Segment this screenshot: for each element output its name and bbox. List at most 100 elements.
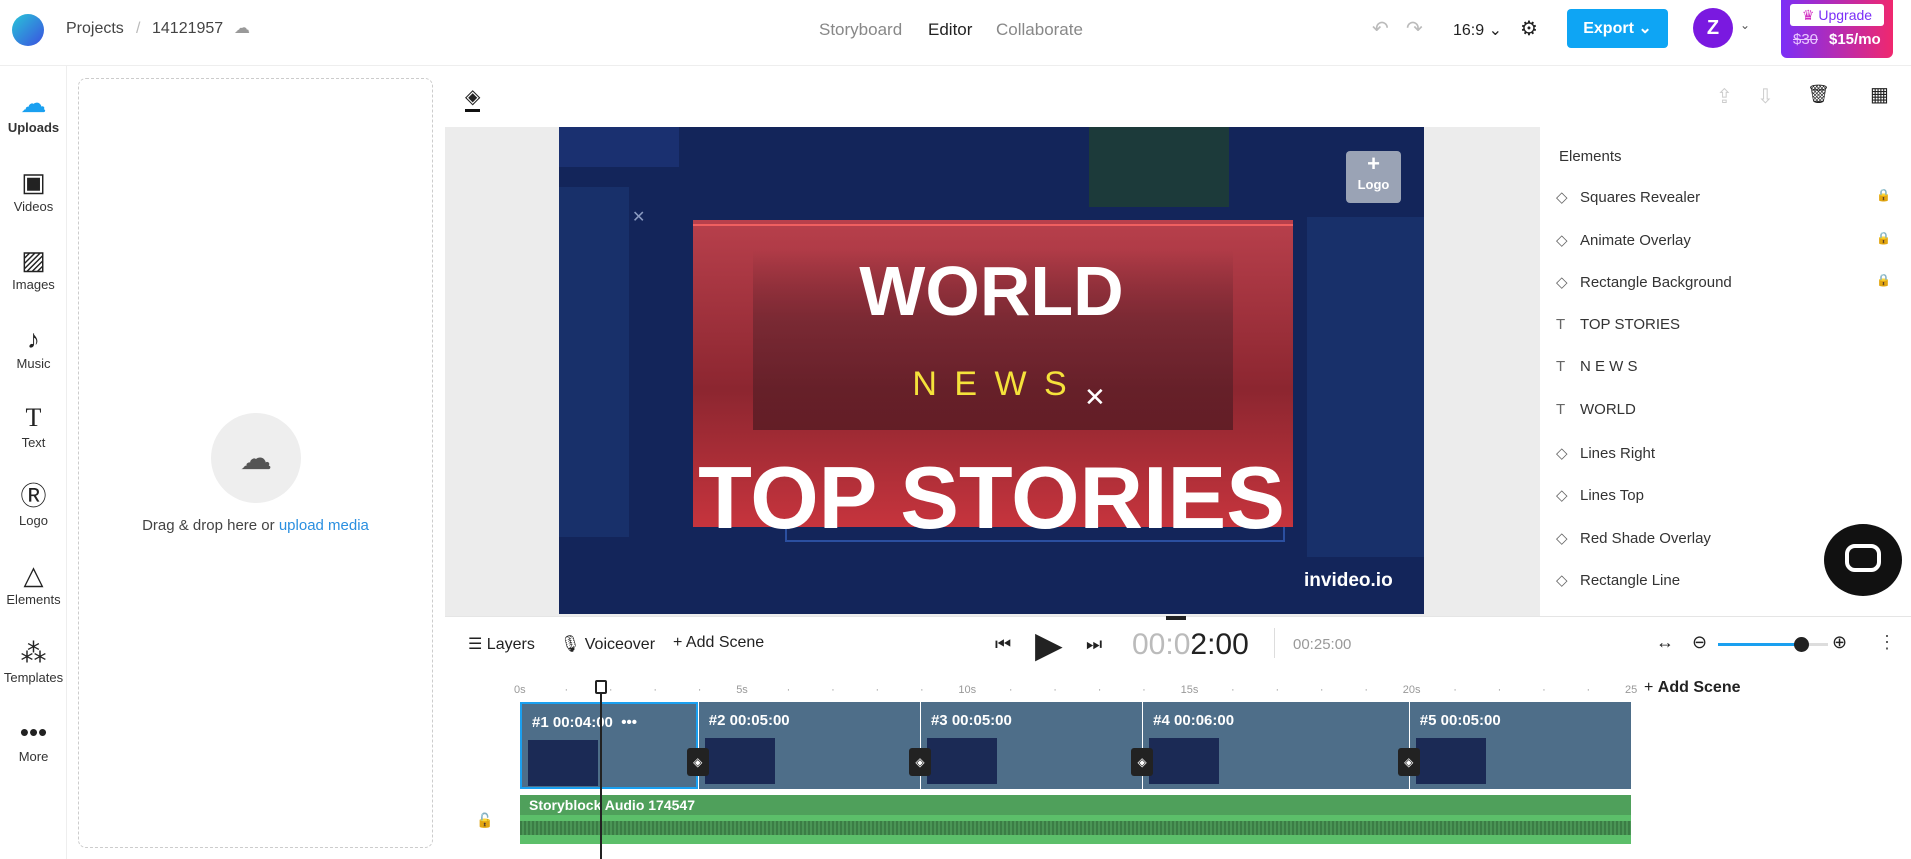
tick-mark: · [1586,684,1591,696]
title-world[interactable]: WORLD [559,251,1424,331]
bring-forward-icon[interactable]: ⇪ [1716,84,1733,109]
sidebar-item-templates[interactable]: ⁂ Templates [0,636,67,685]
sidebar-item-images[interactable]: ▨ Images [0,243,67,292]
cloud-upload-icon: ☁ [20,88,47,118]
fill-color-icon[interactable]: ◈ [465,84,481,112]
aspect-ratio-select[interactable]: 16:9 ⌄ [1453,20,1502,40]
scene-thumbnail [1415,738,1486,784]
element-label: Squares Revealer [1580,189,1701,206]
skip-forward-icon[interactable]: ⏭ [1086,634,1102,655]
chevron-down-icon[interactable]: ⌄ [1740,18,1750,32]
trash-icon[interactable]: 🗑 [1807,84,1830,105]
sidebar-item-uploads[interactable]: ☁ Uploads [0,86,67,135]
sidebar-item-music[interactable]: ♪ Music [0,322,67,371]
element-item[interactable]: ◇ Lines Right [1556,444,1896,462]
tab-editor[interactable]: Editor [928,20,972,40]
element-label: Lines Top [1580,487,1644,505]
play-icon[interactable]: ▶ [1035,624,1063,666]
transition-icon[interactable]: ◈ [686,748,709,776]
scene-clip[interactable]: #4 00:06:00 [1142,702,1409,789]
element-item[interactable]: T WORLD [1556,401,1896,418]
scene-label: #1 00:04:00 ••• [532,714,637,731]
export-button[interactable]: Export ⌄ [1567,9,1668,48]
layers-icon: ☰ [468,636,483,653]
redo-icon[interactable]: ↷ [1406,16,1423,41]
canvas-toolbar: ◈ [445,66,1540,127]
tick-label: 5s [736,684,748,696]
add-scene-end-button[interactable]: + Add Scene [1644,679,1740,697]
video-icon: ▣ [21,167,46,197]
upgrade-button[interactable]: ♛ Upgrade $30 $15/mo [1781,0,1893,58]
undo-icon[interactable]: ↶ [1372,16,1389,41]
scene-clip[interactable]: #5 00:05:00 [1408,702,1631,789]
tab-storyboard[interactable]: Storyboard [819,20,902,40]
grid-icon[interactable]: ▦ [1870,82,1889,107]
lock-icon[interactable]: 🔒 [1876,188,1891,202]
transition-icon[interactable]: ◈ [1131,748,1154,776]
timeline-options-icon[interactable]: ⋮ [1878,632,1896,653]
sidebar-label: Elements [6,592,61,607]
upgrade-text: Upgrade [1818,7,1873,23]
element-label: WORLD [1580,401,1636,418]
logo-label: Logo [1357,177,1390,192]
app-logo[interactable] [12,14,44,46]
element-item[interactable]: ◇ Squares Revealer 🔒 [1556,188,1896,206]
playhead[interactable] [594,680,607,859]
title-top-stories[interactable]: TOP STORIES [559,447,1424,549]
transition-icon[interactable]: ◈ [1397,748,1420,776]
chat-button[interactable] [1824,524,1902,596]
element-item[interactable]: TN E W S [1556,358,1896,375]
sidebar-item-videos[interactable]: ▣ Videos [0,165,67,214]
skip-back-icon[interactable]: ⏮ [995,634,1011,655]
project-id[interactable]: 14121957 [152,20,223,38]
export-label: Export [1583,20,1634,37]
upload-icon[interactable]: ☁ [211,413,301,503]
scene-clip[interactable]: #2 00:05:00 [697,702,920,789]
voiceover-label: Voiceover [584,636,656,653]
sidebar-item-logo[interactable]: Ⓡ Logo [0,479,67,528]
settings-icon[interactable]: ⚙ [1520,16,1538,41]
upload-dropzone[interactable]: ☁ Drag & drop here or upload media [78,78,433,848]
fit-width-icon[interactable]: ↔ [1656,632,1674,653]
title-news[interactable]: N E W S [559,365,1424,404]
lock-icon[interactable]: 🔒 [1876,231,1891,245]
element-item[interactable]: ◇ Animate Overlay 🔒 [1556,231,1896,249]
voiceover-button[interactable]: 🎙 Voiceover [560,634,655,654]
avatar[interactable]: Z [1693,8,1733,48]
plus-icon: + [673,634,683,651]
shape-icon: ◇ [1556,189,1568,206]
add-scene-label: Add Scene [1657,679,1741,696]
element-item[interactable]: ◇ Rectangle Background 🔒 [1556,273,1896,291]
add-scene-button[interactable]: + Add Scene [673,634,764,652]
layers-label: Layers [486,636,535,653]
zoom-out-icon[interactable]: ⊖ [1692,632,1707,653]
transition-icon[interactable]: ◈ [908,748,931,776]
resize-handle[interactable] [1166,616,1186,620]
audio-track[interactable]: Storyblock Audio 174547 [520,795,1631,844]
scene-thumbnail [528,740,598,786]
send-backward-icon[interactable]: ⇩ [1757,84,1774,109]
templates-icon: ⁂ [20,638,47,668]
unlock-icon[interactable]: 🔓 [476,812,493,829]
element-item[interactable]: ◇ Lines Top [1556,486,1896,504]
tick-mark: · [1319,684,1324,696]
zoom-in-icon[interactable]: ⊕ [1832,632,1847,653]
video-preview[interactable]: WORLD N E W S TOP STORIES ✕ ✕ + Logo invi… [559,127,1424,614]
sidebar-item-elements[interactable]: △ Elements [0,558,67,607]
sidebar-item-text[interactable]: T Text [0,401,67,450]
scene-clip[interactable]: #3 00:05:00 [919,702,1143,789]
watermark: invideo.io [1304,570,1393,591]
element-item[interactable]: T TOP STORIES [1556,316,1896,333]
layers-button[interactable]: ☰ Layers [468,634,535,654]
breadcrumb-projects[interactable]: Projects [66,20,124,38]
tick-mark: · [1053,684,1057,696]
scene-clip[interactable]: #1 00:04:00 ••• [520,702,698,789]
add-logo-button[interactable]: + Logo [1346,151,1401,203]
upload-media-link[interactable]: upload media [279,517,369,534]
lock-icon[interactable]: 🔒 [1876,273,1891,287]
sidebar-item-more[interactable]: ••• More [0,715,67,764]
scene-label: #4 00:06:00 [1153,712,1235,729]
tab-collaborate[interactable]: Collaborate [996,20,1083,40]
shape-icon: ◇ [1556,572,1568,590]
zoom-slider[interactable] [1718,637,1828,652]
